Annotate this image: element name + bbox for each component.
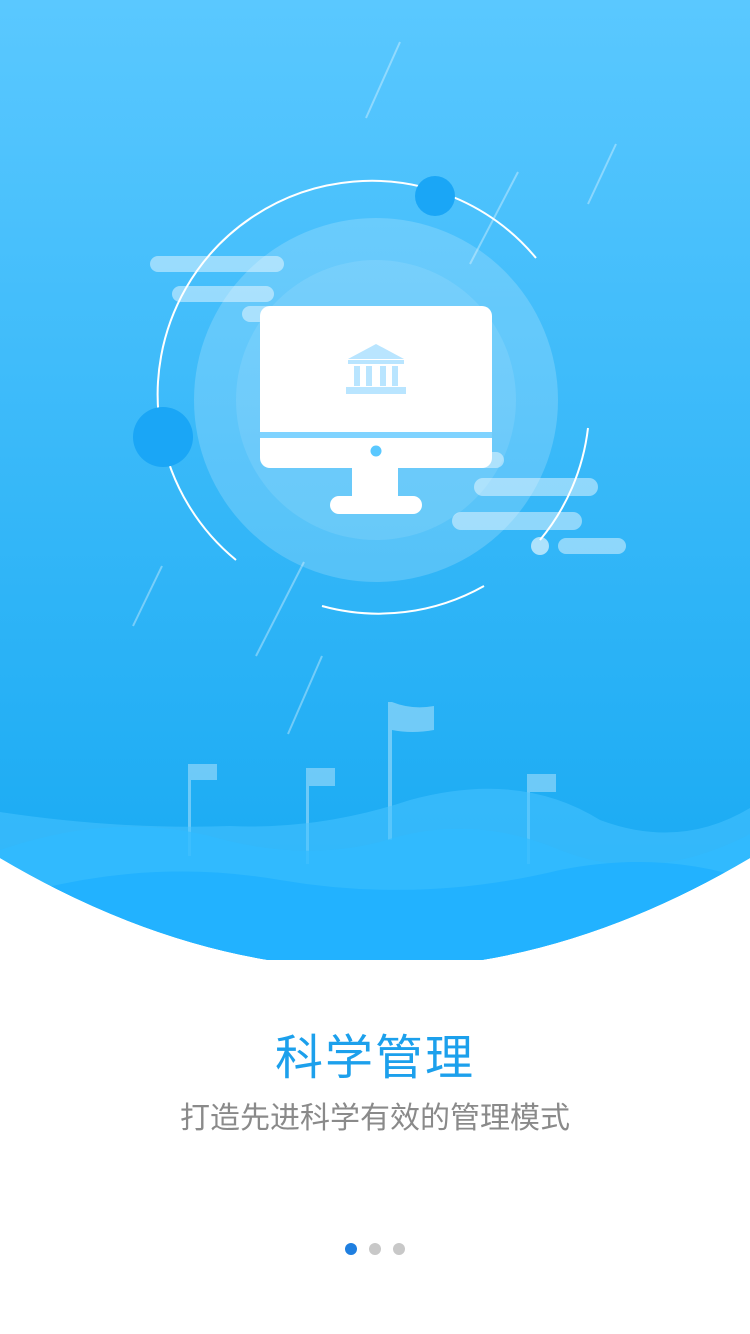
page-title: 科学管理 (274, 1030, 475, 1086)
hero-illustration (0, 0, 750, 960)
onboarding-screen[interactable]: 科学管理 打造先进科学有效的管理模式 (0, 0, 750, 1334)
page-indicator (0, 1242, 750, 1256)
page-dot-1[interactable] (345, 1243, 357, 1255)
orbit-planet-small (415, 176, 455, 216)
page-dot-3[interactable] (393, 1243, 405, 1255)
orbit-planet-large (133, 407, 193, 467)
page-subtitle: 打造先进科学有效的管理模式 (180, 1101, 570, 1136)
page-dot-2[interactable] (369, 1243, 381, 1255)
orbit-dot (531, 537, 549, 555)
